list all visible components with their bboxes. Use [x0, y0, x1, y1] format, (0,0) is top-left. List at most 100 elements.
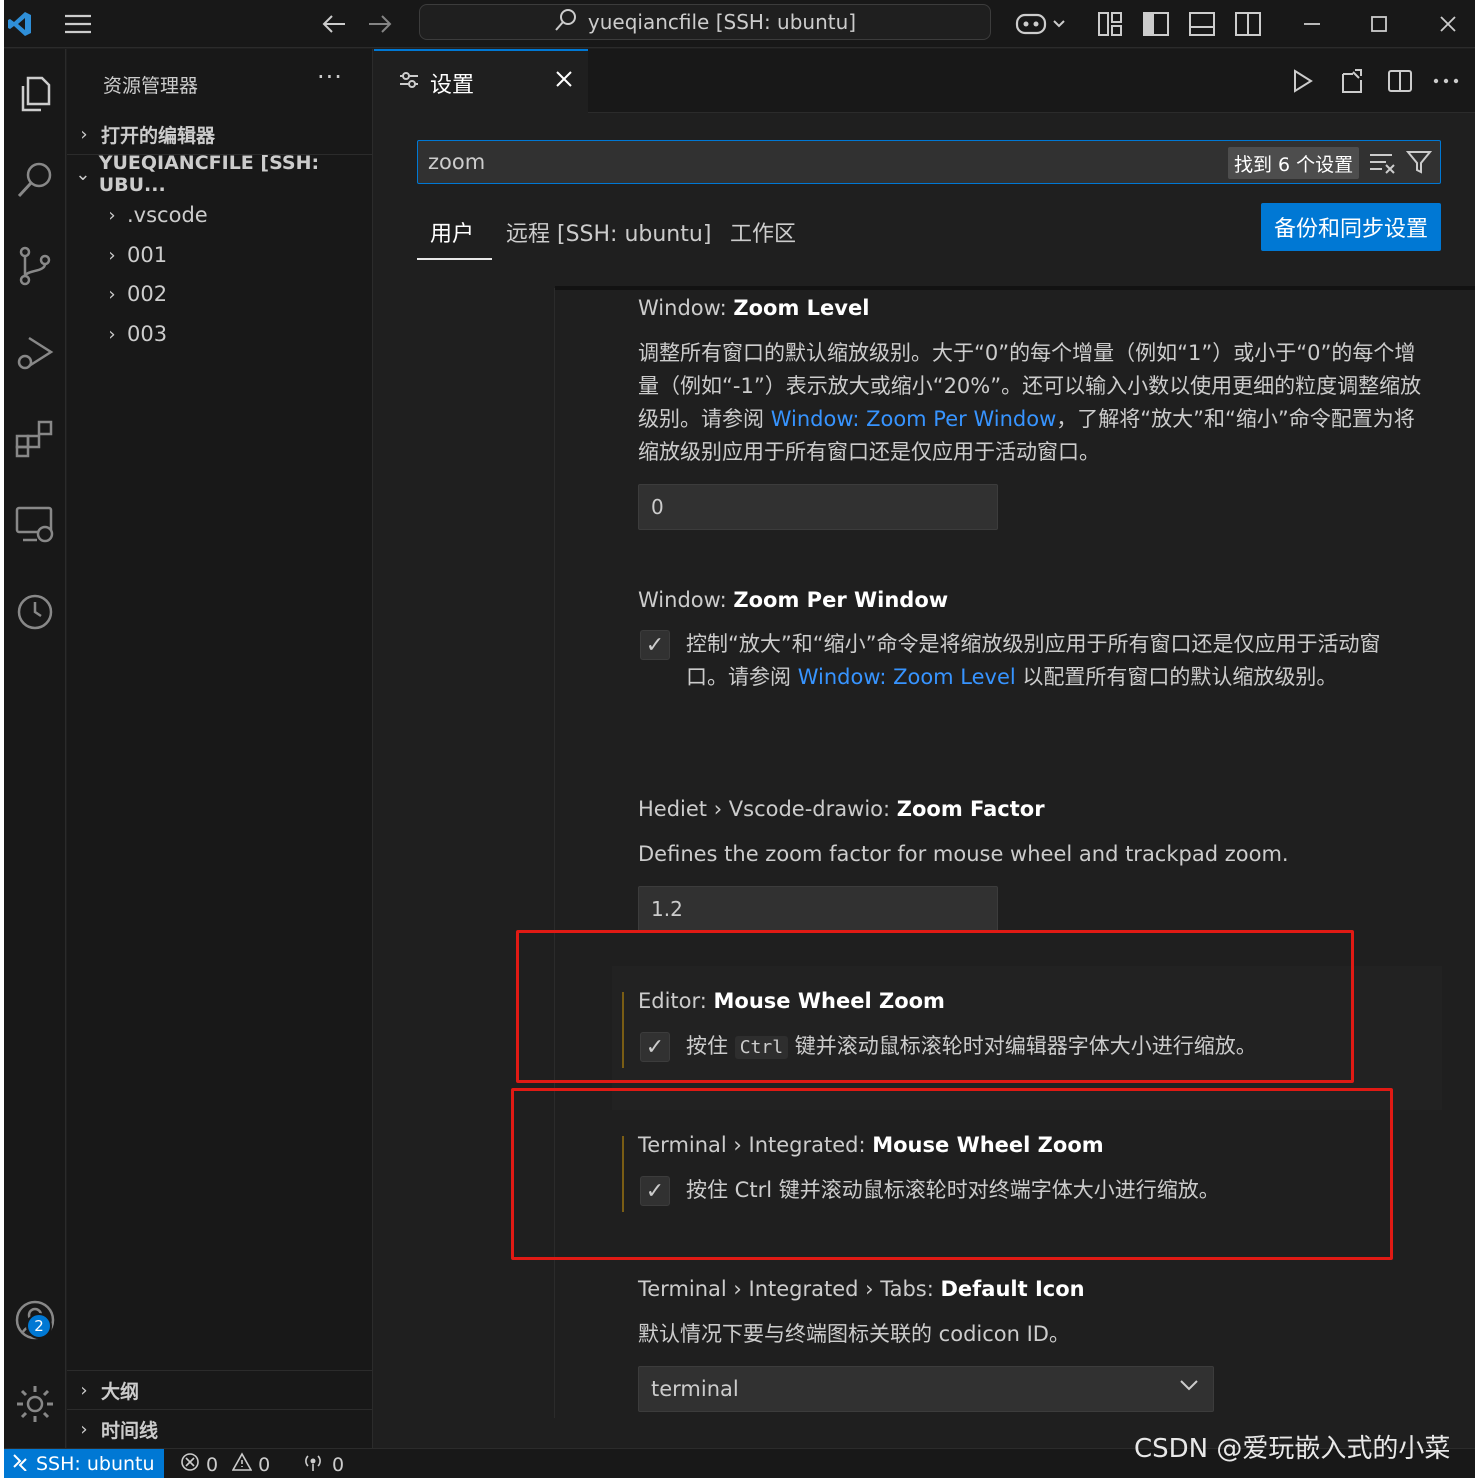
terminal-mouse-wheel-zoom-checkbox[interactable]: ✓: [640, 1176, 670, 1206]
setting-description: 按住 Ctrl 键并滚动鼠标滚轮时对终端字体大小进行缩放。: [686, 1178, 1220, 1202]
settings-search[interactable]: 找到 6 个设置: [417, 140, 1441, 184]
zoom-per-window-checkbox[interactable]: ✓: [640, 630, 670, 660]
remote-label: SSH: ubuntu: [36, 1453, 155, 1475]
keyboard-key: Ctrl: [734, 1036, 789, 1059]
copilot-icon[interactable]: [1010, 6, 1070, 42]
chevron-right-icon: ›: [108, 204, 116, 226]
title-bar: yueqiancfile [SSH: ubuntu]: [4, 0, 1475, 48]
checkmark-icon: ✓: [645, 1034, 665, 1060]
setting-title: Window: Zoom Level: [638, 296, 870, 320]
workspace-folder-section[interactable]: ⌄ YUEQIANCFILE [SSH: UBU...: [67, 152, 373, 196]
setting-title: Hediet › Vscode-drawio: Zoom Factor: [638, 797, 1045, 821]
tree-item-label: 003: [127, 322, 168, 346]
modified-indicator: [622, 1136, 624, 1212]
settings-sliders-icon: [398, 70, 420, 96]
explorer-files-icon[interactable]: [4, 59, 66, 129]
remote-icon: [12, 1453, 28, 1476]
command-center[interactable]: yueqiancfile [SSH: ubuntu]: [419, 4, 991, 40]
chevron-right-icon: ›: [108, 283, 116, 305]
menu-icon[interactable]: [60, 6, 96, 42]
modified-indicator: [622, 992, 624, 1068]
source-control-icon[interactable]: [4, 231, 66, 301]
error-count: 0: [206, 1453, 219, 1476]
tab-remote[interactable]: 远程 [SSH: ubuntu]: [506, 216, 711, 248]
extensions-icon[interactable]: [4, 403, 66, 473]
tree-item-003[interactable]: › 003: [97, 315, 167, 353]
warning-count: 0: [258, 1453, 271, 1476]
outline-section[interactable]: › 大纲: [67, 1371, 373, 1409]
select-value: terminal: [651, 1377, 739, 1401]
run-debug-icon[interactable]: [4, 317, 66, 387]
search-view-icon[interactable]: [4, 145, 66, 215]
toggle-secondary-sidebar-icon[interactable]: [1232, 6, 1264, 42]
tab-label: 设置: [430, 72, 475, 98]
workspace-folder-label: YUEQIANCFILE [SSH: UBU...: [98, 152, 320, 196]
broadcast-icon: [302, 1452, 324, 1477]
checkmark-icon: ✓: [645, 1178, 665, 1204]
tab-user[interactable]: 用户: [430, 216, 474, 248]
clear-filter-icon[interactable]: [1368, 151, 1396, 179]
editor-mouse-wheel-zoom-checkbox[interactable]: ✓: [640, 1032, 670, 1062]
back-arrow-icon[interactable]: [316, 6, 352, 42]
tree-item-vscode[interactable]: › .vscode: [97, 196, 207, 234]
chevron-right-icon: ›: [80, 1379, 88, 1401]
search-icon: [554, 8, 578, 37]
backup-sync-button[interactable]: 备份和同步设置: [1261, 203, 1441, 251]
toc-divider: [554, 288, 555, 1418]
explorer-sidebar: 资源管理器 ··· › 打开的编辑器 ⌄ YUEQIANCFILE [SSH: …: [67, 49, 373, 1448]
outline-label: 大纲: [101, 1380, 140, 1403]
checkmark-icon: ✓: [645, 632, 665, 658]
default-icon-select[interactable]: terminal: [638, 1366, 1214, 1412]
split-editor-icon[interactable]: [1380, 61, 1420, 101]
toggle-sidebar-icon[interactable]: [1140, 6, 1172, 42]
setting-description: Defines the zoom factor for mouse wheel …: [638, 842, 1289, 866]
setting-description: 控制“放大”和“缩小”命令是将缩放级别应用于所有窗口还是仅应用于活动窗口。请参阅…: [686, 632, 1381, 689]
more-actions-icon[interactable]: [1426, 61, 1466, 101]
setting-link[interactable]: Window: Zoom Level: [798, 665, 1016, 689]
settings-scroll-shadow: [555, 286, 1475, 290]
explorer-title: 资源管理器: [103, 75, 199, 97]
tree-item-001[interactable]: › 001: [97, 236, 167, 274]
timeline-history-icon[interactable]: [4, 575, 66, 645]
open-settings-json-icon[interactable]: [1332, 61, 1372, 101]
setting-title: Terminal › Integrated › Tabs: Default Ic…: [638, 1277, 1085, 1301]
more-actions-icon[interactable]: ···: [317, 63, 343, 91]
toggle-panel-icon[interactable]: [1186, 6, 1218, 42]
maximize-icon[interactable]: [1361, 6, 1397, 42]
vscode-window: yueqiancfile [SSH: ubuntu] 2 资源管理器 ··· ›…: [4, 0, 1475, 1478]
filter-icon[interactable]: [1405, 149, 1433, 179]
settings-search-input[interactable]: [418, 150, 1208, 174]
forward-arrow-icon[interactable]: [362, 6, 398, 42]
close-tab-icon[interactable]: [554, 69, 574, 95]
setting-link[interactable]: Window: Zoom Per Window: [771, 407, 1057, 431]
tree-item-002[interactable]: › 002: [97, 275, 167, 313]
manage-gear-icon[interactable]: [4, 1369, 66, 1439]
tree-item-label: 002: [127, 282, 168, 306]
zoom-level-input[interactable]: 0: [638, 484, 998, 530]
close-window-icon[interactable]: [1430, 6, 1466, 42]
tree-item-label: 001: [127, 243, 168, 267]
timeline-section[interactable]: › 时间线: [67, 1410, 373, 1448]
open-editors-section[interactable]: › 打开的编辑器: [67, 115, 373, 153]
setting-description: 默认情况下要与终端图标关联的 codicon ID。: [638, 1322, 1070, 1346]
setting-title: Editor: Mouse Wheel Zoom: [638, 989, 945, 1013]
remote-explorer-icon[interactable]: [4, 489, 66, 559]
ports-count: 0: [332, 1453, 345, 1476]
chevron-right-icon: ›: [108, 323, 116, 345]
tab-workspace[interactable]: 工作区: [730, 216, 796, 248]
run-icon[interactable]: [1282, 61, 1322, 101]
window-title: yueqiancfile [SSH: ubuntu]: [587, 10, 857, 34]
minimize-icon[interactable]: [1294, 6, 1330, 42]
customize-layout-icon[interactable]: [1094, 6, 1126, 42]
tab-settings[interactable]: 设置: [374, 49, 588, 114]
ports-indicator[interactable]: 0: [302, 1452, 344, 1477]
setting-description: 按住 Ctrl 键并滚动鼠标滚轮时对编辑器字体大小进行缩放。: [686, 1034, 1257, 1059]
zoom-factor-input[interactable]: 1.2: [638, 886, 998, 932]
error-icon: [180, 1452, 200, 1477]
problems-indicator[interactable]: 0 0: [180, 1452, 270, 1477]
chevron-right-icon: ›: [108, 244, 116, 266]
chevron-down-icon: [1179, 1375, 1199, 1400]
active-tab-underline: [417, 258, 492, 260]
warning-icon: [231, 1452, 253, 1477]
remote-indicator[interactable]: SSH: ubuntu: [4, 1449, 164, 1478]
